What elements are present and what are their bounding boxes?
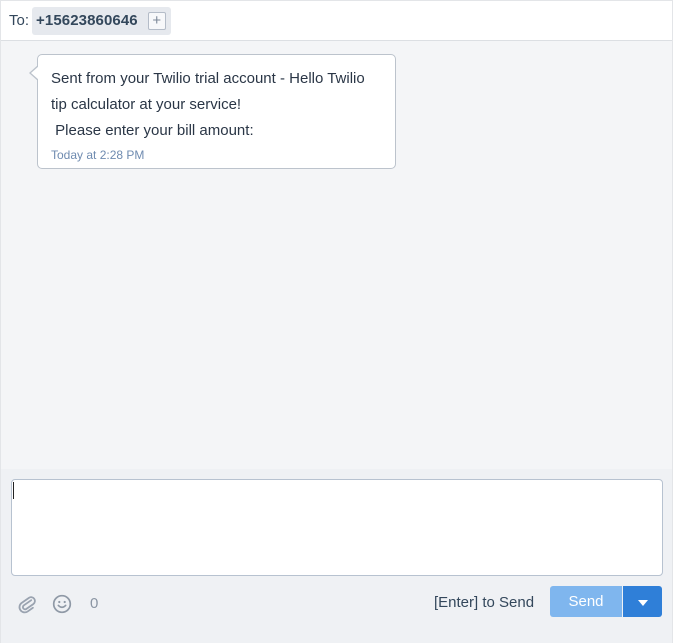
message-line: tip calculator at your service! [51, 96, 242, 113]
smiley-icon[interactable] [51, 593, 73, 615]
message-line: Sent from your Twilio trial account - He… [51, 70, 365, 87]
caret-down-icon [637, 594, 648, 609]
paperclip-icon[interactable] [16, 593, 38, 615]
send-options-button[interactable] [623, 586, 662, 617]
character-count: 0 [90, 595, 99, 612]
incoming-message-bubble: Sent from your Twilio trial account - He… [29, 54, 396, 169]
text-cursor [13, 482, 14, 499]
recipient-number: +15623860646 [36, 12, 138, 29]
message-line: Please enter your bill amount: [51, 122, 254, 139]
bubble-tail [29, 65, 39, 81]
enter-to-send-hint: [Enter] to Send [434, 594, 535, 611]
message-input[interactable] [11, 479, 663, 576]
send-button[interactable]: Send [550, 586, 622, 617]
add-recipient-button[interactable]: + [147, 11, 166, 30]
message-thread: Sent from your Twilio trial account - He… [1, 41, 672, 469]
message-timestamp: Today at 2:28 PM [51, 148, 145, 162]
composer-toolbar: 0 [Enter] to Send Send [1, 584, 672, 620]
recipient-bar: To: +15623860646 + [1, 0, 672, 41]
sms-conversation-window: To: +15623860646 + Sent from your Twilio… [0, 0, 673, 643]
to-label: To: [9, 12, 30, 29]
recipient-chip[interactable]: +15623860646 + [32, 6, 171, 35]
message-composer: 0 [Enter] to Send Send [1, 469, 672, 643]
